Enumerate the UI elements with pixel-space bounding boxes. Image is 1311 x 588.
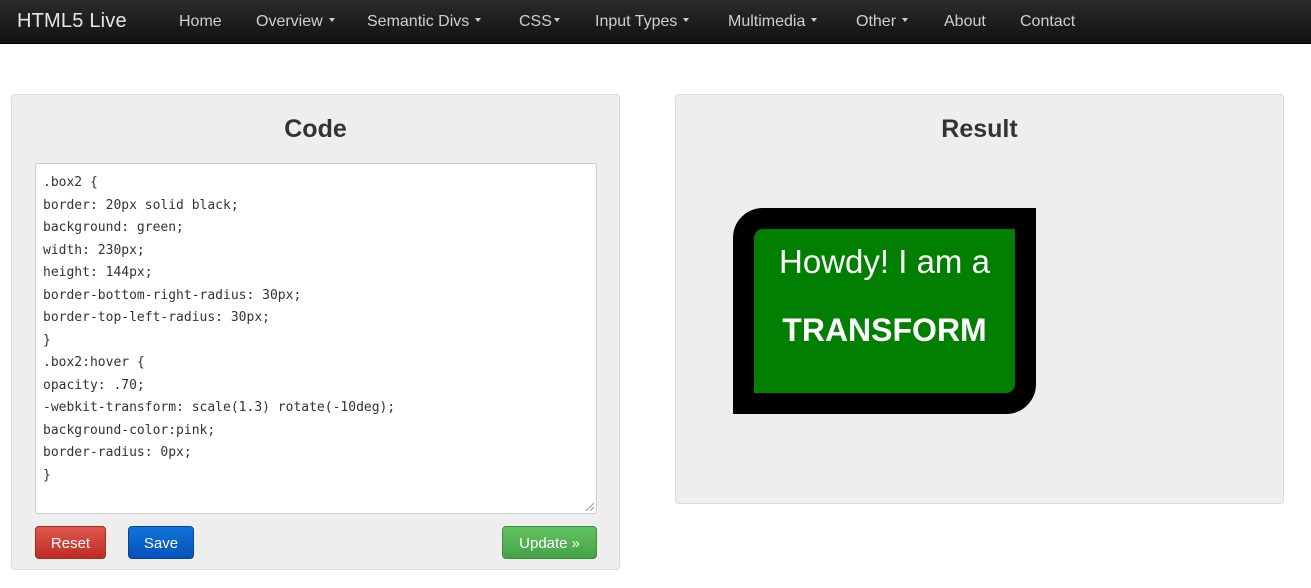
nav-css-label: CSS: [519, 13, 552, 30]
code-line: }: [43, 332, 51, 348]
code-line: background: green;: [43, 220, 184, 235]
nav-semantic-divs-dropdown[interactable]: Semantic Divs: [367, 13, 482, 31]
code-line: .box2:hover {: [43, 355, 145, 370]
code-line: border: 20px solid black;: [43, 197, 239, 213]
nav-contact[interactable]: Contact: [1020, 13, 1075, 31]
resize-handle-icon[interactable]: [584, 501, 594, 511]
nav-semantic-divs-label: Semantic Divs: [367, 13, 470, 30]
nav-about-label: About: [944, 13, 986, 30]
nav-home[interactable]: Home: [179, 13, 222, 31]
code-line: border-top-left-radius: 30px;: [43, 310, 270, 325]
transform-demo-box[interactable]: Howdy! I am a TRANSFORM: [733, 208, 1036, 414]
code-line: border-bottom-right-radius: 30px;: [43, 287, 302, 303]
top-navbar: HTML5 Live Home Overview Semantic Divs C…: [0, 0, 1311, 44]
code-editor-textarea[interactable]: .box2 { border: 20px solid black; backgr…: [35, 163, 597, 514]
code-line: -webkit-transform: scale(1.3) rotate(-10…: [43, 400, 396, 415]
code-line: }: [43, 467, 51, 483]
reset-button[interactable]: Reset: [35, 526, 106, 559]
code-panel: Code .box2 { border: 20px solid black; b…: [11, 94, 620, 570]
nav-css-dropdown[interactable]: CSS: [519, 13, 560, 31]
code-line: background-color:pink;: [43, 422, 216, 438]
nav-input-types-dropdown[interactable]: Input Types: [595, 13, 690, 31]
update-button-label: Update: [519, 535, 568, 552]
code-line: border-radius: 0px;: [43, 445, 192, 460]
nav-home-label: Home: [179, 13, 222, 30]
code-panel-title: Code: [284, 115, 347, 143]
caret-down-icon: [811, 17, 818, 22]
code-line: width: 230px;: [43, 242, 145, 258]
code-line: opacity: .70;: [43, 377, 145, 393]
result-panel-title: Result: [941, 115, 1018, 143]
nav-contact-label: Contact: [1020, 13, 1076, 30]
caret-down-icon: [902, 17, 909, 22]
demo-box-line-2: TRANSFORM: [782, 312, 987, 348]
nav-overview-dropdown[interactable]: Overview: [256, 13, 335, 31]
double-chevron-right-icon: »: [571, 535, 580, 552]
code-line: .box2 {: [43, 175, 98, 190]
nav-multimedia-label: Multimedia: [728, 13, 806, 30]
update-button[interactable]: Update»: [502, 526, 597, 559]
caret-down-icon: [475, 17, 482, 22]
caret-down-icon: [328, 17, 335, 22]
nav-multimedia-dropdown[interactable]: Multimedia: [728, 13, 818, 31]
nav-overview-label: Overview: [256, 13, 323, 30]
save-button[interactable]: Save: [128, 526, 194, 559]
caret-down-icon: [553, 17, 560, 22]
nav-input-types-label: Input Types: [595, 13, 678, 30]
demo-box-line-1: Howdy! I am a: [779, 243, 990, 280]
nav-about[interactable]: About: [944, 13, 986, 31]
code-line: height: 144px;: [43, 265, 153, 280]
caret-down-icon: [683, 17, 690, 22]
brand-link[interactable]: HTML5 Live: [17, 10, 127, 33]
nav-other-label: Other: [856, 13, 897, 30]
nav-other-dropdown[interactable]: Other: [856, 13, 909, 31]
result-panel: Result Howdy! I am a TRANSFORM: [675, 94, 1284, 504]
